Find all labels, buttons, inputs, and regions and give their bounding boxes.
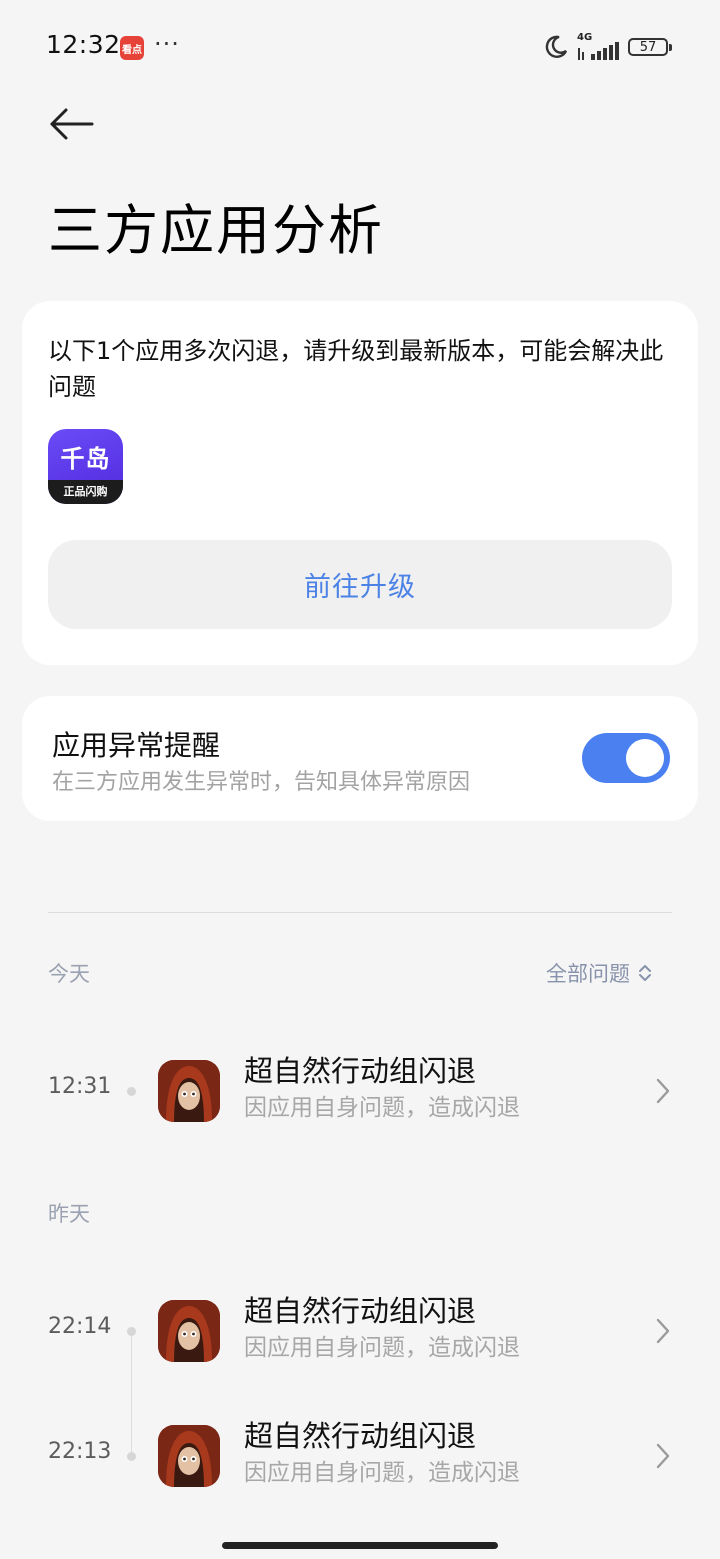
page-title: 三方应用分析	[48, 199, 384, 262]
battery-level: 57	[639, 39, 657, 55]
signal-icon	[578, 42, 619, 60]
reminder-card: 应用异常提醒 在三方应用发生异常时，告知具体异常原因	[22, 696, 698, 821]
back-button[interactable]	[46, 104, 98, 144]
qiandao-app-icon[interactable]: 千岛 正品闪购	[48, 429, 123, 504]
upgrade-message: 以下1个应用多次闪退，请升级到最新版本，可能会解决此问题	[48, 337, 664, 401]
reminder-toggle[interactable]	[582, 733, 670, 783]
timeline-dot	[127, 1452, 136, 1461]
game-app-icon	[158, 1300, 220, 1362]
crash-reason: 因应用自身问题，造成闪退	[244, 1335, 520, 1361]
upgrade-card: 以下1个应用多次闪退，请升级到最新版本，可能会解决此问题 千岛 正品闪购 前往升…	[22, 301, 698, 665]
crash-time: 12:31	[48, 1074, 112, 1099]
filter-label: 全部问题	[546, 962, 630, 986]
app-icon-text: 千岛	[60, 445, 111, 473]
more-notifications-icon: ···	[154, 30, 180, 58]
section-label-yesterday: 昨天	[48, 1202, 90, 1226]
moon-icon	[545, 35, 568, 58]
crash-title: 超自然行动组闪退	[244, 1054, 477, 1088]
crash-row[interactable]: 22:14 超自然行动组闪退 因应用自身问题，造成闪退	[0, 1294, 720, 1366]
crash-row[interactable]: 12:31 超自然行动组闪退 因应用自身问题，造成闪退	[0, 1054, 720, 1126]
battery-icon: 57	[628, 38, 668, 56]
crash-title: 超自然行动组闪退	[244, 1419, 477, 1453]
crash-title: 超自然行动组闪退	[244, 1294, 477, 1328]
crash-row[interactable]: 22:13 超自然行动组闪退 因应用自身问题，造成闪退	[0, 1419, 720, 1491]
toggle-knob	[626, 739, 664, 777]
game-app-icon	[158, 1425, 220, 1487]
status-time: 12:32	[46, 30, 121, 59]
divider	[48, 912, 672, 913]
crash-reason: 因应用自身问题，造成闪退	[244, 1095, 520, 1121]
signal-indicator: 4G	[577, 32, 623, 60]
filter-dropdown[interactable]: 全部问题	[546, 958, 652, 988]
crash-time: 22:13	[48, 1439, 112, 1464]
crash-reason: 因应用自身问题，造成闪退	[244, 1460, 520, 1486]
chevron-right-icon	[656, 1443, 670, 1469]
game-app-icon	[158, 1060, 220, 1122]
section-label-today: 今天	[48, 962, 90, 986]
app-icon-band: 正品闪购	[48, 480, 123, 504]
arrow-left-icon	[50, 108, 94, 140]
upgrade-button[interactable]: 前往升级	[48, 540, 672, 629]
timeline-dot	[127, 1327, 136, 1336]
reminder-subtitle: 在三方应用发生异常时，告知具体异常原因	[52, 770, 471, 795]
reminder-title: 应用异常提醒	[52, 729, 221, 762]
battery-tip	[669, 44, 672, 51]
updown-icon	[639, 965, 651, 981]
timeline-dot	[127, 1087, 136, 1096]
news-app-icon: 看点	[120, 36, 144, 60]
chevron-right-icon	[656, 1078, 670, 1104]
home-indicator[interactable]	[222, 1542, 498, 1549]
crash-time: 22:14	[48, 1314, 112, 1339]
chevron-right-icon	[656, 1318, 670, 1344]
